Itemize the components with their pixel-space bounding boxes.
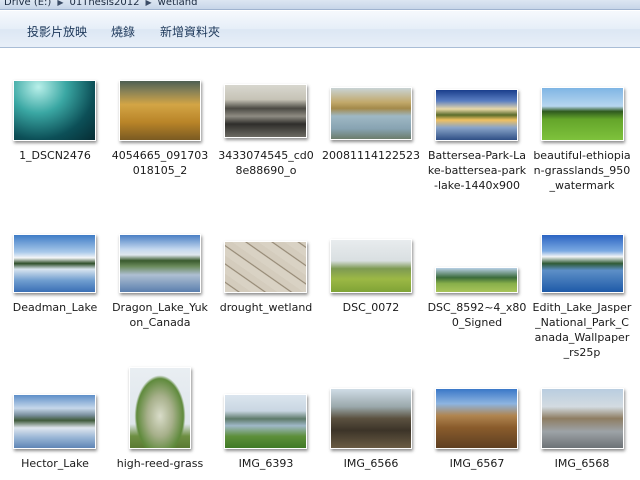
thumbnail-lake-forest	[119, 234, 201, 293]
file-name: DSC_0072	[342, 301, 400, 314]
thumbnail-underwater-light	[13, 80, 96, 141]
file-name: 3433074545_cd08e88690_o	[218, 149, 314, 177]
thumbnail-golden-reeds	[119, 80, 201, 141]
file-name: IMG_6566	[343, 457, 399, 470]
breadcrumb-thesis[interactable]: 01Thesis2012	[66, 0, 144, 8]
breadcrumb-wetland[interactable]: wetland	[154, 0, 202, 8]
file-name: drought_wetland	[219, 301, 313, 314]
burn-button[interactable]: 燒錄	[111, 24, 135, 40]
file-name: Deadman_Lake	[12, 301, 98, 314]
file-name: 4054665_091703018105_2	[111, 149, 209, 177]
file-name: DSC_8592~4_x800_Signed	[427, 301, 527, 329]
thumbnail-lake-trees-sunset	[435, 89, 518, 141]
file-name: Edith_Lake_Jasper_National_Park_Canada_W…	[532, 301, 632, 359]
thumbnail-mountain-lake	[13, 394, 96, 449]
thumbnail-cracked-earth	[224, 241, 307, 293]
file-name: 1_DSCN2476	[19, 149, 91, 162]
thumbnail-hill-meadow	[435, 267, 518, 293]
thumbnail-green-grassland	[541, 87, 624, 141]
thumbnail-blue-lake	[541, 234, 624, 293]
chevron-right-icon[interactable]: ▶	[143, 0, 153, 7]
address-bar[interactable]: Drive (E:) ▶ 01Thesis2012 ▶ wetland	[0, 0, 640, 10]
slideshow-button[interactable]: 投影片放映	[27, 24, 87, 40]
file-name: IMG_6567	[449, 457, 505, 470]
thumbnail-reed-plume	[129, 367, 191, 449]
thumbnail-green-field	[330, 239, 412, 293]
thumbnail-lake-reflection	[13, 234, 96, 293]
file-name: Battersea-Park-Lake-battersea-park-lake-…	[427, 149, 527, 192]
thumbnail-dark-mudflat	[224, 84, 307, 138]
breadcrumb-drive[interactable]: Drive (E:)	[0, 0, 55, 8]
chevron-right-icon[interactable]: ▶	[55, 0, 65, 7]
thumbnail-path-trees	[541, 388, 624, 449]
thumbnail-wetland-water	[224, 394, 307, 449]
file-name: IMG_6393	[238, 457, 294, 470]
file-name: high-reed-grass	[116, 457, 204, 470]
thumbnail-dry-trees	[330, 388, 412, 449]
thumbnail-marsh-water	[330, 87, 412, 140]
file-view: 1_DSCN2476 4054665_091703018105_2 343307…	[0, 49, 640, 480]
file-name: Hector_Lake	[21, 457, 89, 470]
new-folder-button[interactable]: 新增資料夾	[160, 24, 220, 40]
file-name: Dragon_Lake_Yukon_Canada	[112, 301, 208, 329]
command-toolbar: 投影片放映 燒錄 新增資料夾	[0, 10, 640, 48]
file-name: beautiful-ethiopian-grasslands_950_water…	[533, 149, 631, 192]
thumbnail-brown-shrubs	[435, 388, 518, 449]
file-name: 20081114122523	[322, 149, 420, 162]
file-name: IMG_6568	[554, 457, 610, 470]
